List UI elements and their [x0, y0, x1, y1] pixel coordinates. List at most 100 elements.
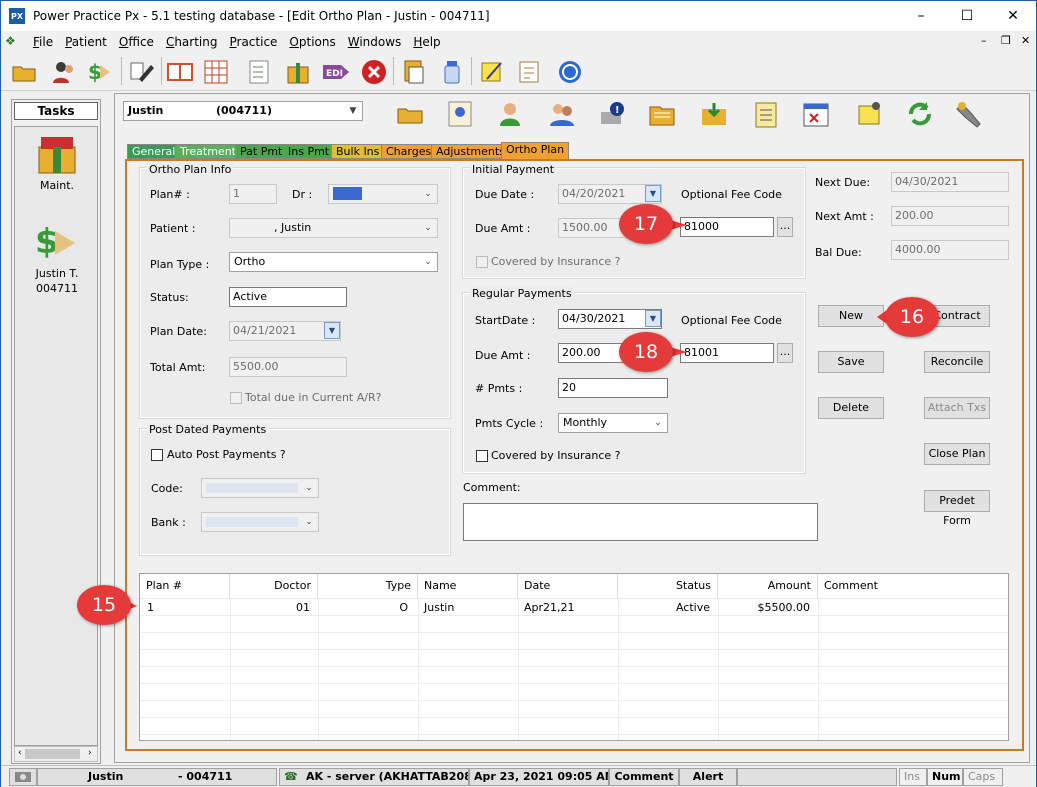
mdi-restore-button[interactable]: ❐ — [1001, 34, 1011, 47]
sticky-note-icon[interactable] — [855, 99, 885, 129]
tab-bulk-ins[interactable]: Bulk Ins — [331, 144, 385, 159]
doctor-select[interactable]: 001 ⌄ — [328, 184, 438, 204]
close-plan-button[interactable]: Close Plan — [924, 443, 990, 465]
column-header-type[interactable]: Type — [318, 574, 418, 598]
tab-pat-pmt[interactable]: Pat Pmt — [235, 144, 288, 159]
folder-icon[interactable] — [395, 99, 425, 129]
patients-icon[interactable] — [49, 57, 79, 87]
camera-icon[interactable] — [9, 768, 37, 786]
tab-general[interactable]: General — [127, 144, 181, 159]
plan-type-select[interactable]: Ortho ⌄ — [229, 252, 438, 272]
payment-icon[interactable]: $ — [85, 57, 115, 87]
scroll-right-icon[interactable]: › — [88, 748, 92, 758]
edi-icon[interactable]: EDI — [321, 57, 351, 87]
medication-bottle-icon[interactable] — [437, 57, 467, 87]
cycle-select[interactable]: Monthly ⌄ — [558, 413, 668, 433]
auto-post-checkbox[interactable] — [151, 449, 163, 461]
task-patient-name[interactable]: Justin T. — [15, 267, 99, 280]
svg-text:$: $ — [88, 60, 102, 84]
tab-treatment[interactable]: Treatment — [175, 144, 241, 159]
mdi-close-button[interactable]: ✕ — [1021, 34, 1030, 47]
open-folder-icon[interactable] — [9, 57, 39, 87]
patient-selector[interactable]: Justin (004711) ▼ — [123, 101, 363, 121]
regular-fee-code-field[interactable]: 81001 — [680, 343, 774, 363]
close-window-button[interactable]: ✕ — [990, 1, 1036, 31]
maximize-button[interactable]: ☐ — [944, 1, 990, 31]
menu-charting[interactable]: Charting — [160, 35, 224, 49]
reconcile-button[interactable]: Reconcile — [924, 351, 990, 373]
app-menu-icon[interactable]: ❖ — [5, 34, 27, 50]
patient-payment-icon[interactable]: $ — [33, 219, 81, 266]
notes-pen-icon[interactable] — [477, 57, 507, 87]
callout-17: 17 — [619, 204, 673, 244]
mdi-minimize-button[interactable]: – — [981, 34, 987, 47]
folder-download-icon[interactable] — [699, 99, 729, 129]
regular-fee-code-browse-button[interactable]: ... — [777, 343, 793, 363]
comment-textarea[interactable] — [463, 503, 818, 541]
tasks-scrollbar[interactable]: ‹ › — [14, 746, 98, 762]
edit-pen-icon[interactable] — [127, 57, 157, 87]
calendar-dropdown-icon[interactable]: ▼ — [324, 322, 340, 339]
calendar-icon[interactable] — [801, 99, 831, 129]
status-alert[interactable]: Alert — [679, 768, 737, 786]
gift-box-icon[interactable] — [283, 57, 313, 87]
regular-payments-title: Regular Payments — [470, 287, 574, 300]
tab-ortho-plan[interactable]: Ortho Plan — [501, 142, 570, 160]
column-header-date[interactable]: Date — [518, 574, 618, 598]
tab-adjustments[interactable]: Adjustments — [431, 144, 510, 159]
tab-charges[interactable]: Charges — [381, 144, 437, 159]
scroll-thumb[interactable] — [25, 749, 80, 759]
status-field[interactable]: Active — [229, 287, 347, 307]
user-icon[interactable] — [495, 99, 525, 129]
menu-help[interactable]: Help — [407, 35, 446, 49]
initial-opt-fee-label: Optional Fee Code — [681, 188, 782, 201]
delete-button[interactable]: Delete — [818, 397, 884, 419]
tab-ins-pmt[interactable]: Ins Pmt — [283, 144, 335, 159]
menu-practice[interactable]: Practice — [223, 35, 283, 49]
maint-label[interactable]: Maint. — [15, 179, 99, 192]
column-header-status[interactable]: Status — [618, 574, 718, 598]
calendar-dropdown-icon[interactable]: ▼ — [645, 185, 661, 202]
initial-fee-code-field[interactable]: 81000 — [680, 217, 774, 237]
print-alert-icon[interactable]: ! — [597, 99, 627, 129]
refresh-icon[interactable] — [905, 99, 935, 129]
patient-photo-icon[interactable] — [445, 99, 475, 129]
column-header-name[interactable]: Name — [418, 574, 518, 598]
menu-office[interactable]: Office — [113, 35, 160, 49]
calendar-dropdown-icon[interactable]: ▼ — [645, 310, 661, 327]
minimize-button[interactable]: – — [898, 1, 944, 31]
family-icon[interactable] — [547, 99, 577, 129]
memo-icon[interactable] — [515, 57, 545, 87]
checklist-icon[interactable] — [245, 57, 275, 87]
clipboard-icon[interactable] — [751, 99, 781, 129]
menu-windows[interactable]: Windows — [342, 35, 408, 49]
menu-options[interactable]: Options — [283, 35, 341, 49]
cancel-icon[interactable] — [359, 57, 389, 87]
documents-icon[interactable] — [399, 57, 429, 87]
column-header-plan[interactable]: Plan # — [140, 574, 230, 598]
info-icon[interactable] — [555, 57, 585, 87]
predet-form-button[interactable]: Predet Form — [924, 490, 990, 527]
column-header-comment[interactable]: Comment — [818, 574, 1008, 598]
schedule-grid-icon[interactable] — [201, 57, 231, 87]
appointment-book-icon[interactable] — [165, 57, 195, 87]
regular-covered-checkbox[interactable] — [476, 450, 488, 462]
new-button[interactable]: New — [818, 305, 884, 327]
chevron-down-icon: ⌄ — [305, 517, 313, 527]
maint-box-icon[interactable] — [35, 133, 79, 180]
column-header-doctor[interactable]: Doctor — [230, 574, 318, 598]
folder-open-icon[interactable] — [647, 99, 677, 129]
table-row[interactable]: 1 01 O Justin Apr21,21 Active $5500.00 — [140, 599, 1008, 616]
menu-patient[interactable]: Patient — [59, 35, 113, 49]
menu-file[interactable]: File — [27, 35, 59, 49]
column-header-amount[interactable]: Amount — [718, 574, 818, 598]
status-comment[interactable]: Comment — [609, 768, 679, 786]
save-button[interactable]: Save — [818, 351, 884, 373]
scroll-left-icon[interactable]: ‹ — [18, 748, 22, 758]
regular-opt-fee-label: Optional Fee Code — [681, 314, 782, 327]
task-patient-id[interactable]: 004711 — [15, 282, 99, 295]
initial-fee-code-browse-button[interactable]: ... — [777, 217, 793, 237]
patient-select[interactable]: , Justin ⌄ — [229, 218, 438, 238]
wrench-icon[interactable] — [955, 99, 985, 129]
pmts-field[interactable]: 20 — [558, 378, 668, 398]
